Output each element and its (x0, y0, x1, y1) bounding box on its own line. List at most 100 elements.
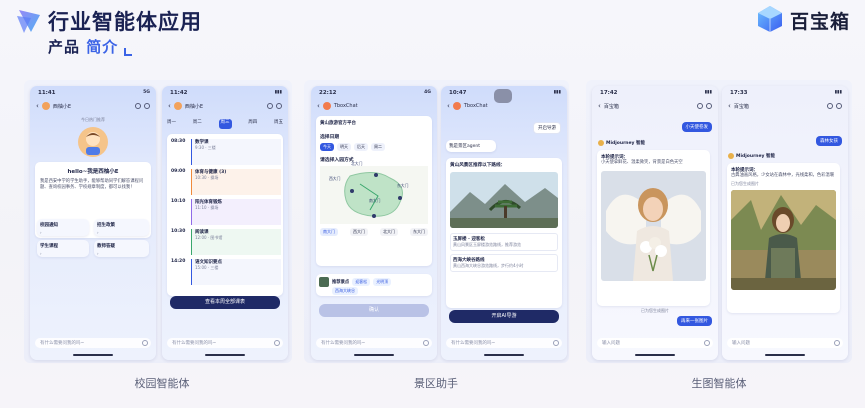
gate-option[interactable]: 北大门 (380, 228, 398, 236)
plugin-title: 黄山旅游官方平台 (320, 121, 356, 126)
chat-input[interactable]: 有什么需要问我的吗~ (316, 338, 432, 348)
tab-day[interactable]: 周一 (167, 119, 176, 129)
generated-girl-image[interactable] (731, 190, 836, 290)
nav-title: 百宝箱 (733, 103, 749, 110)
section-date: 选择日期 (320, 135, 340, 140)
bot-avatar-icon (728, 153, 734, 159)
speaker-icon[interactable] (267, 103, 273, 109)
gate-options: 南大门 西大门 北大门 东大门 (320, 228, 428, 236)
day-tabs: 周一 周二 周三 周四 周五 (167, 119, 283, 129)
date-option[interactable]: 后天 (354, 143, 368, 151)
nav-title: 西柚小E (52, 103, 71, 110)
subtitle-part1: 产品 (48, 38, 81, 56)
back-icon[interactable]: ‹ (36, 102, 39, 110)
send-icon[interactable] (553, 340, 559, 346)
send-icon[interactable] (423, 340, 429, 346)
prompt-text: 小天使拿鲜花、温柔微笑，背景是白色天空 (601, 160, 683, 165)
suggestion-chip[interactable]: 再来一张图片 (677, 316, 712, 326)
gate-option[interactable]: 东大门 (410, 228, 428, 236)
user-message: 小天使卷发 (681, 122, 712, 132)
scenic-map[interactable] (320, 166, 428, 224)
app-avatar (322, 102, 331, 110)
tab-day[interactable]: 周五 (274, 119, 283, 129)
confirm-button[interactable]: 确认 (319, 304, 429, 317)
view-schedule-button[interactable]: 查看本周全部课表 (170, 296, 280, 309)
tab-day-active[interactable]: 周三 (218, 119, 232, 129)
more-icon[interactable] (144, 103, 150, 109)
map-label: 西大门 (329, 176, 341, 181)
send-icon[interactable] (274, 340, 280, 346)
quick-action-chip[interactable]: 开启导游 (533, 122, 561, 134)
booking-card: 黄山旅游官方平台 选择日期 今天 明天 后天 周二 请选择入园方式 南大门 西大… (316, 116, 432, 266)
prompt-text: 古典油画风格，少女站在森林中，光线柔和，色彩温暖 (731, 173, 835, 178)
tile-2[interactable]: 招生政策 › (94, 219, 149, 236)
schedule-row[interactable]: 10:30 阅读课 12:00 · 图书馆 (171, 229, 281, 255)
tile-4[interactable]: 教师答疑 › (94, 240, 149, 257)
mascot-avatar-icon (78, 127, 108, 157)
tab-day[interactable]: 周二 (193, 119, 202, 129)
input-placeholder: 有什么需要问我的吗~ (451, 341, 496, 346)
date-option[interactable]: 周二 (371, 143, 385, 151)
schedule-row[interactable]: 08:30 数学课 9:30 · 三楼 (171, 139, 281, 165)
brand-box-icon (758, 6, 782, 32)
more-icon[interactable] (276, 103, 282, 109)
back-icon[interactable]: ‹ (317, 102, 320, 110)
done-text: 已为您生成图片 (731, 181, 759, 186)
chat-input[interactable]: 输入问题 (727, 338, 843, 348)
send-icon[interactable] (704, 340, 710, 346)
generated-angel-image[interactable] (601, 171, 706, 281)
route-option[interactable]: 西海大峡谷路线 黄山西海大峡谷游览路线，步行约4小时 (450, 254, 558, 272)
nav-title: TboxChat (333, 103, 358, 109)
route-option[interactable]: 玉屏楼 · 迎客松 黄山风景区玉屏楼游览路线，推荐游览 (450, 233, 558, 251)
chat-input[interactable]: 输入问题 (597, 338, 713, 348)
date-option[interactable]: 今天 (320, 143, 334, 151)
page-title: 行业智能体应用 (48, 10, 202, 34)
input-placeholder: 有什么需要问我的吗~ (172, 341, 217, 346)
done-text: 已为您生成图片 (641, 308, 669, 313)
speaker-icon[interactable] (135, 103, 141, 109)
spot-card: 推荐景点 迎客松 光明顶 西海大峡谷 (316, 274, 432, 296)
gate-option[interactable]: 西大门 (350, 228, 368, 236)
back-icon[interactable]: ‹ (598, 102, 601, 110)
back-icon[interactable]: ‹ (168, 102, 171, 110)
map-label: 南大门 (369, 198, 381, 203)
more-icon[interactable] (836, 103, 842, 109)
tile-1[interactable]: 校园通知 › (37, 219, 89, 236)
tile-label: 学生课程 (40, 244, 58, 249)
home-indicator (205, 354, 245, 356)
home-indicator (765, 354, 805, 356)
slide: 行业智能体应用 产品 简介 百宝箱 11:41 5G ‹ 西柚小E 今日热门推荐… (0, 0, 865, 408)
phone-image-gen-1: 17:42 ▮▮▮ ‹ 百宝箱 小天使卷发 Midjourney 智能 本轮提示… (592, 86, 718, 360)
tab-day[interactable]: 周四 (248, 119, 257, 129)
chat-input[interactable]: 有什么需要问我的吗~ (167, 338, 283, 348)
start-guide-button[interactable]: 开启AI导游 (449, 310, 559, 323)
chat-input[interactable]: 有什么需要问我的吗~ (446, 338, 562, 348)
status-time: 17:42 (600, 90, 618, 96)
brand-name: 百宝箱 (790, 11, 851, 33)
back-icon[interactable]: ‹ (728, 102, 731, 110)
bot-name: Midjourney 智能 (606, 141, 646, 146)
more-icon[interactable] (706, 103, 712, 109)
chat-input[interactable]: 有什么需要问我的吗~ (35, 338, 151, 348)
gate-option[interactable]: 南大门 (320, 228, 338, 236)
section-entry: 请选择入园方式 (320, 158, 354, 163)
status-time: 10:47 (449, 90, 467, 96)
send-icon[interactable] (142, 340, 148, 346)
tile-3[interactable]: 学生课程 › (37, 240, 89, 257)
schedule-row[interactable]: 14:20 语文知识要点 15:00 · 三楼 (171, 259, 281, 285)
back-icon[interactable]: ‹ (447, 102, 450, 110)
section-subtitle: 产品 简介 (48, 36, 118, 57)
nav-title: 西柚小E (184, 103, 203, 110)
phone-scenic-booking: 22:12 4G ‹ TboxChat 黄山旅游官方平台 选择日期 今天 明天 … (311, 86, 437, 360)
schedule-row[interactable]: 09:00 体育与健康 (3) 10:30 · 操场 (171, 169, 281, 195)
date-option[interactable]: 明天 (337, 143, 351, 151)
send-icon[interactable] (834, 340, 840, 346)
result-card: 本轮提示词： 古典油画风格，少女站在森林中，光线柔和，色彩温暖 已为您生成图片 (727, 163, 840, 313)
subtitle-part2: 简介 (86, 38, 119, 56)
share-icon[interactable] (697, 103, 703, 109)
intro-text: 我是西安中学的学生助手，能够帮助同学们解答课程问题、查询校园事务、学校规章制度，… (40, 179, 144, 190)
intro-bubble: 我是景区agent (446, 140, 496, 152)
share-icon[interactable] (827, 103, 833, 109)
schedule-row[interactable]: 10:10 阳光体育锻炼 11:10 · 操场 (171, 199, 281, 225)
status-time: 17:33 (730, 90, 748, 96)
